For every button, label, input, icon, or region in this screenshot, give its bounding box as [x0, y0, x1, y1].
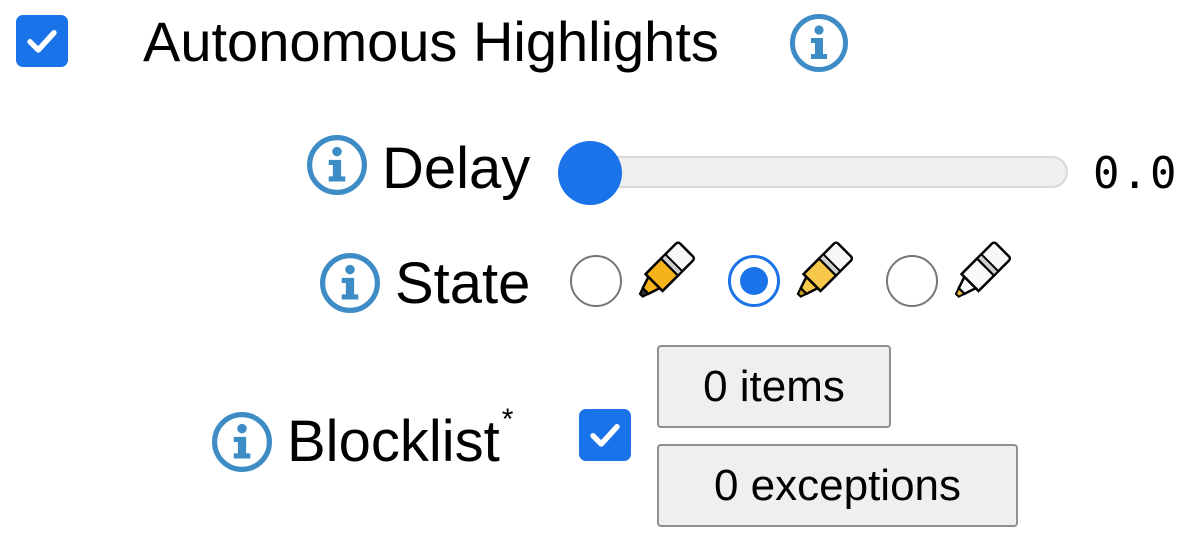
delay-slider-thumb[interactable] [558, 141, 622, 205]
blocklist-checkbox[interactable] [579, 409, 631, 461]
info-icon[interactable] [789, 13, 849, 73]
blocklist-info-icon[interactable] [211, 411, 273, 473]
blocklist-asterisk: * [501, 403, 514, 436]
light-yellow-highlighter-icon [796, 241, 854, 298]
autonomous-highlights-title: Autonomous Highlights [143, 10, 719, 73]
delay-value: 0.0 [1093, 148, 1179, 199]
white-highlighter-icon [954, 241, 1012, 298]
state-info-icon[interactable] [319, 252, 381, 314]
delay-slider-track[interactable] [570, 156, 1068, 188]
yellow-highlighter-icon [638, 241, 696, 298]
state-radio-2[interactable] [728, 255, 780, 307]
blocklist-items-button[interactable]: 0 items [657, 345, 891, 428]
state-radio-3[interactable] [886, 255, 938, 307]
checkmark-icon [27, 30, 57, 53]
state-radio-1[interactable] [570, 255, 622, 307]
delay-info-icon[interactable] [306, 134, 368, 196]
checkmark-icon [590, 424, 620, 447]
autonomous-highlights-checkbox[interactable] [16, 15, 68, 67]
blocklist-label: Blocklist* [287, 405, 513, 471]
state-label: State [395, 251, 531, 316]
blocklist-label-text: Blocklist [287, 409, 500, 474]
blocklist-exceptions-button[interactable]: 0 exceptions [657, 444, 1018, 527]
delay-label: Delay [382, 136, 531, 201]
